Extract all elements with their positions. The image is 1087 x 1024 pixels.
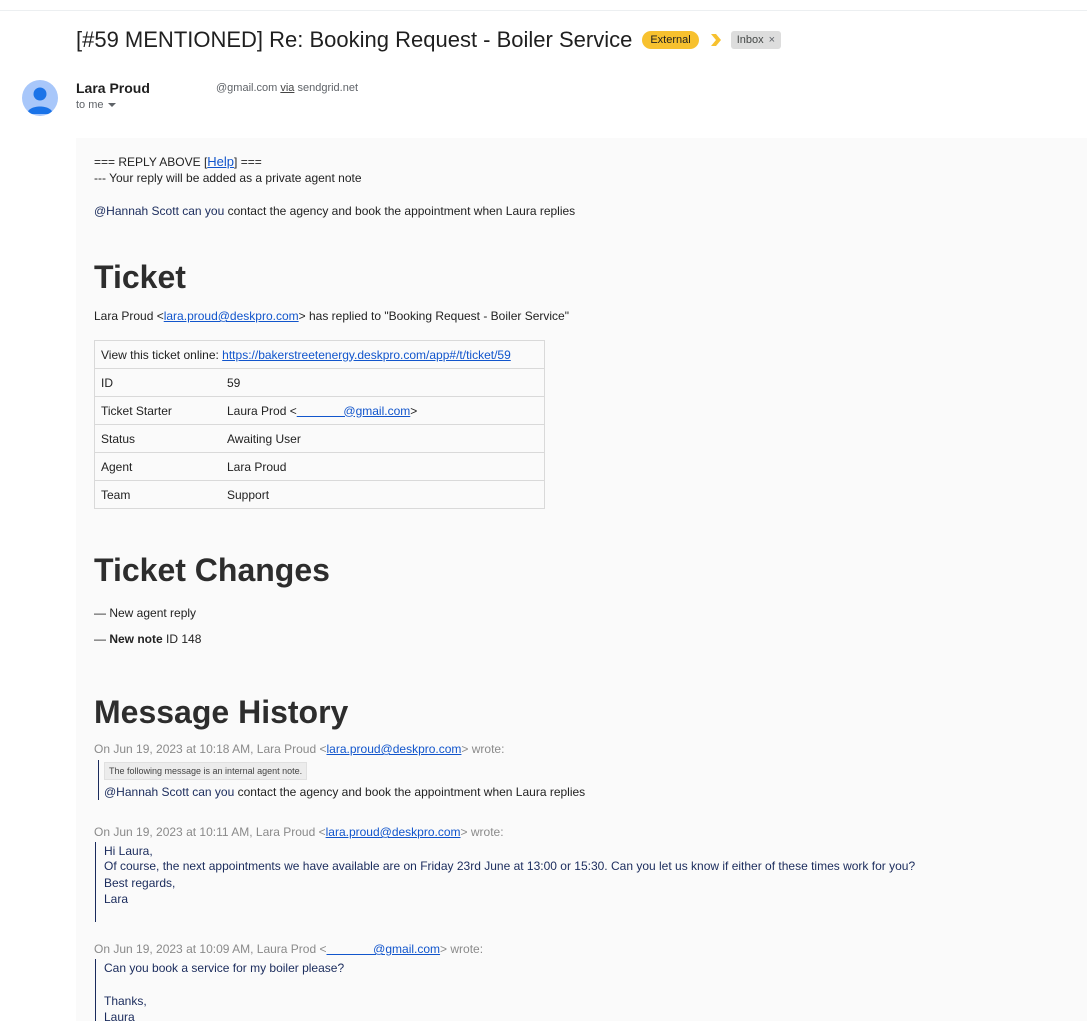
row-label: Status <box>94 424 221 453</box>
ticket-heading: Ticket <box>94 259 186 295</box>
row-label: Agent <box>94 452 221 481</box>
ticket-starter-name: Laura Prod < <box>227 403 297 418</box>
history-prefix: On Jun 19, 2023 at 10:18 AM, Lara Proud … <box>94 742 327 756</box>
history-suffix: > wrote: <box>460 825 504 839</box>
table-row: Team Support <box>94 480 545 509</box>
recipient-details-toggle[interactable]: to me <box>76 99 116 111</box>
history-body-line: Can you book a service for my boiler ple… <box>104 961 345 975</box>
ticket-starter-close: > <box>410 403 418 418</box>
internal-note-badge: The following message is an internal age… <box>104 762 308 780</box>
replied-line: Lara Proud <lara.proud@deskpro.com> has … <box>94 309 569 323</box>
history-header: On Jun 19, 2023 at 10:18 AM, Lara Proud … <box>94 742 504 756</box>
reply-above-line: === REPLY ABOVE [Help] === <box>94 154 262 169</box>
history-prefix: On Jun 19, 2023 at 10:11 AM, Lara Proud … <box>94 825 326 839</box>
change-item: — New agent reply <box>94 606 197 620</box>
history-body-line: @Hannah Scott can you contact the agency… <box>104 785 585 799</box>
row-value: 59 <box>221 368 545 397</box>
history-mention-rest: contact the agency and book the appointm… <box>234 785 586 799</box>
replied-email-link[interactable]: lara.proud@deskpro.com <box>164 309 299 323</box>
ticket-changes-heading: Ticket Changes <box>94 552 330 588</box>
inbox-label-chip[interactable]: Inbox × <box>730 31 782 49</box>
change-bold: New note <box>109 632 163 646</box>
history-body-line: Laura <box>104 1010 135 1024</box>
mention-bold: @Hannah Scott can you <box>94 204 225 218</box>
history-email-link[interactable]: lara.proud@deskpro.com <box>326 825 461 839</box>
history-header: On Jun 19, 2023 at 10:11 AM, Lara Proud … <box>94 825 504 839</box>
history-body-line: Thanks, <box>104 994 147 1008</box>
table-row: View this ticket online: https://bakerst… <box>94 340 545 369</box>
inbox-label-text: Inbox <box>736 34 764 46</box>
history-body-line: Best regards, <box>104 876 176 890</box>
row-value: Lara Proud <box>221 452 545 481</box>
via-domain: sendgrid.net <box>297 82 359 94</box>
history-suffix: > wrote: <box>440 942 484 956</box>
table-row: Ticket Starter Laura Prod < @gmail.com> <box>94 396 545 425</box>
ticket-url-link[interactable]: https://bakerstreetenergy.deskpro.com/ap… <box>222 348 511 362</box>
reply-above-suffix: ] === <box>234 155 262 169</box>
person-icon <box>27 87 53 114</box>
top-divider <box>0 10 1087 11</box>
view-online-cell: View this ticket online: https://bakerst… <box>94 340 545 369</box>
private-note-line: --- Your reply will be added as a privat… <box>94 171 362 185</box>
change-item: — New note ID 148 <box>94 632 201 646</box>
remove-label-icon[interactable]: × <box>769 33 775 47</box>
email-subject: [#59 MENTIONED] Re: Booking Request - Bo… <box>76 27 633 52</box>
change-dash: — <box>94 632 110 646</box>
sender-email-address: @gmail.com <box>216 82 278 94</box>
sender-email: @gmail.com via sendgrid.net <box>216 82 358 94</box>
row-label: ID <box>94 368 221 397</box>
row-value: Awaiting User <box>221 424 545 453</box>
reply-above-prefix: === REPLY ABOVE [ <box>94 155 208 169</box>
change-rest: ID 148 <box>162 632 202 646</box>
subject-row: [#59 MENTIONED] Re: Booking Request - Bo… <box>76 26 782 54</box>
table-row: Agent Lara Proud <box>94 452 545 481</box>
ticket-starter-email-link[interactable]: @gmail.com <box>297 404 410 418</box>
quote-bar <box>95 959 96 1021</box>
quote-bar <box>98 760 99 800</box>
history-mention-bold: @Hannah Scott can you <box>104 785 235 799</box>
row-label: Team <box>94 480 221 509</box>
mention-line: @Hannah Scott can you contact the agency… <box>94 204 575 218</box>
mention-rest: contact the agency and book the appointm… <box>224 204 576 218</box>
quote-bar <box>95 842 96 922</box>
history-prefix: On Jun 19, 2023 at 10:09 AM, Laura Prod … <box>94 942 327 956</box>
history-suffix: > wrote: <box>461 742 505 756</box>
external-badge: External <box>642 31 699 49</box>
sender-name: Lara Proud <box>76 80 150 96</box>
replied-prefix: Lara Proud < <box>94 309 164 323</box>
row-label: Ticket Starter <box>94 396 221 425</box>
importance-marker-icon[interactable] <box>710 34 721 46</box>
history-body-line: Hi Laura, <box>104 844 153 858</box>
history-body-line: Of course, the next appointments we have… <box>104 859 916 873</box>
sender-avatar[interactable] <box>22 80 58 116</box>
replied-suffix: > has replied to "Booking Request - Boil… <box>298 309 569 323</box>
history-email-link[interactable]: @gmail.com <box>327 942 440 956</box>
via-link[interactable]: via <box>280 82 294 94</box>
ticket-info-table: View this ticket online: https://bakerst… <box>94 340 545 509</box>
row-value: Laura Prod < @gmail.com> <box>221 396 545 425</box>
chevron-down-icon <box>107 103 116 107</box>
history-header: On Jun 19, 2023 at 10:09 AM, Laura Prod … <box>94 942 483 956</box>
message-history-heading: Message History <box>94 694 349 730</box>
to-me-label: to me <box>76 99 104 111</box>
table-row: ID 59 <box>94 368 545 397</box>
view-online-label: View this ticket online: <box>101 347 223 362</box>
table-row: Status Awaiting User <box>94 424 545 453</box>
history-body-line: Lara <box>104 892 129 906</box>
history-email-link[interactable]: lara.proud@deskpro.com <box>327 742 462 756</box>
row-value: Support <box>221 480 545 509</box>
help-link[interactable]: Help <box>207 154 234 169</box>
